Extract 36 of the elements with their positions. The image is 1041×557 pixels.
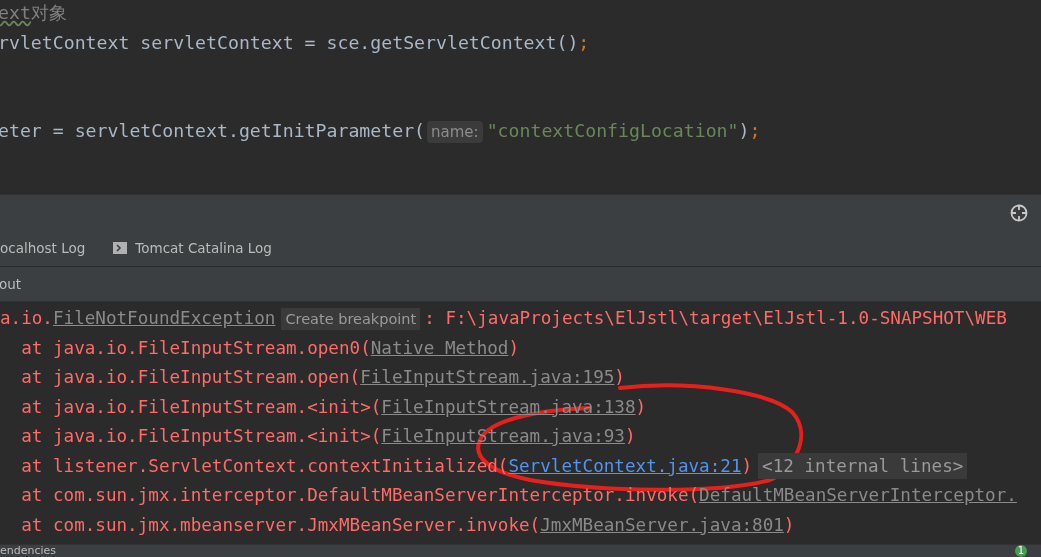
inline-hint[interactable]: Create breakpoint xyxy=(281,308,421,330)
semicolon: ; xyxy=(749,120,761,141)
output-tab[interactable]: out xyxy=(0,276,22,292)
log-text: ) xyxy=(508,337,520,358)
log-tab[interactable]: Tomcat Catalina Log xyxy=(113,240,272,256)
log-text: ) xyxy=(614,367,625,387)
log-tab[interactable]: ocalhost Log xyxy=(0,240,86,256)
file-link[interactable]: JmxMBeanServer.java:801 xyxy=(540,514,784,535)
log-text: at java.io.FileInputStream.<init>( xyxy=(20,426,382,446)
log-text: at java.io.FileInputStream.<init>( xyxy=(20,396,382,417)
crosshair-icon[interactable] xyxy=(1010,203,1028,222)
source-link[interactable]: ServletContext.java:21 xyxy=(508,455,742,476)
comment-text: 对象 xyxy=(30,2,67,23)
file-link[interactable]: FileNotFoundException xyxy=(52,308,276,328)
log-text: : F:\javaProjects\ElJstl\target\ElJstl-1.0-SNAPSHOT\WEB xyxy=(424,308,1007,328)
file-link[interactable]: FileInputStream.java:138 xyxy=(381,396,636,417)
notification-badge[interactable]: 1 xyxy=(1014,545,1027,557)
log-text: at java.io.FileInputStream.open( xyxy=(20,367,361,387)
log-text: at com.sun.jmx.mbeanserver.JmxMBeanServer.invoke( xyxy=(20,514,541,535)
file-link[interactable]: DefaultMBeanServerInterceptor. xyxy=(699,485,1017,505)
log-text: ) xyxy=(635,396,647,417)
log-text: at java.io.FileInputStream.open0( xyxy=(20,337,371,358)
parameter-hint: name: xyxy=(427,121,483,143)
log-text: ) xyxy=(783,514,795,535)
log-text: ) xyxy=(741,455,753,476)
inline-hint[interactable]: <12 internal lines> xyxy=(758,452,968,479)
log-text: ) xyxy=(624,426,636,446)
file-link[interactable]: Native Method xyxy=(370,337,509,358)
semicolon: ; xyxy=(578,32,590,53)
code-text: ) xyxy=(738,120,750,141)
log-text: at com.sun.jmx.interceptor.DefaultMBeanServerInterceptor.invoke( xyxy=(20,485,700,505)
status-text[interactable]: endencies xyxy=(0,545,57,557)
code-text: rvletContext servletContext = sce.getServletContext() xyxy=(0,32,579,53)
log-text: a.io. xyxy=(0,308,53,328)
file-link[interactable]: FileInputStream.java:195 xyxy=(360,367,615,387)
string-literal: "contextConfigLocation" xyxy=(486,120,739,141)
